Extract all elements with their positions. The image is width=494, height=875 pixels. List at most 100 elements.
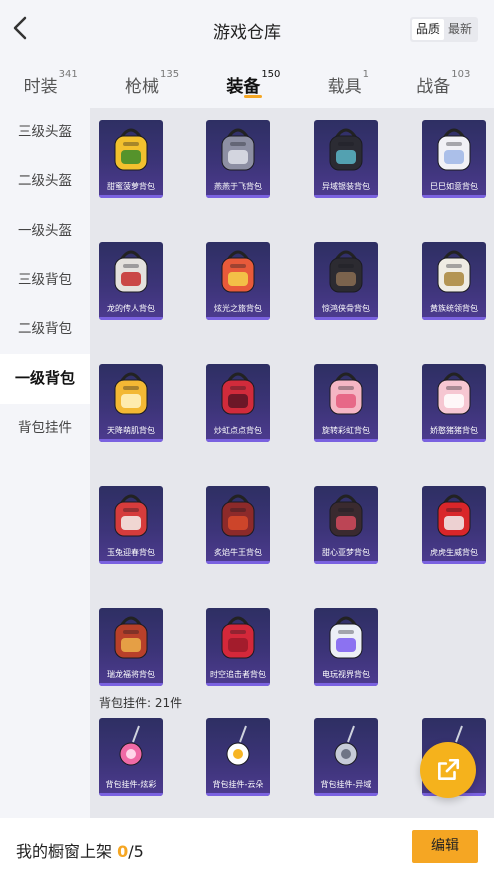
- backpack-card[interactable]: 时空追击者背包: [206, 608, 270, 686]
- rarity-bar: [314, 195, 378, 198]
- sidebar-item-helmet-lv3[interactable]: 三级头盔: [0, 108, 90, 157]
- backpack-card[interactable]: 燕燕于飞背包: [206, 120, 270, 198]
- rarity-bar: [206, 561, 270, 564]
- backpack-icon: [422, 120, 486, 178]
- backpack-name: 龙的传人背包: [107, 304, 155, 313]
- backpack-name: 炫光之旅背包: [214, 304, 262, 313]
- edit-button[interactable]: 编辑: [412, 830, 478, 863]
- tab-label: 时装: [23, 77, 58, 97]
- rarity-bar: [99, 793, 163, 796]
- rarity-bar: [422, 195, 486, 198]
- backpack-name: 甜蜜菠萝背包: [107, 182, 155, 191]
- pendant-card[interactable]: 背包挂件-炫彩: [99, 718, 163, 796]
- backpack-name: 娇憨猪猪背包: [430, 426, 478, 435]
- sidebar-item-backpack-pendant[interactable]: 背包挂件: [0, 404, 90, 453]
- backpack-icon: [314, 120, 378, 178]
- backpack-icon: [99, 242, 163, 300]
- backpack-card[interactable]: 黄族统领背包: [422, 242, 486, 320]
- sort-quality-option[interactable]: 品质: [411, 19, 444, 40]
- backpack-card[interactable]: 玉兔迎春背包: [99, 486, 163, 564]
- pendant-card[interactable]: 背包挂件-异域: [314, 718, 378, 796]
- backpack-icon: [206, 120, 270, 178]
- sort-toggle[interactable]: 品质 最新: [409, 17, 478, 42]
- backpack-name: 黄族统领背包: [430, 304, 478, 313]
- share-button[interactable]: [420, 742, 476, 798]
- backpack-card[interactable]: 炫光之旅背包: [206, 242, 270, 320]
- backpack-card[interactable]: 龙的传人背包: [99, 242, 163, 320]
- backpack-icon: [99, 486, 163, 544]
- tab-vehicles[interactable]: 载具1: [328, 58, 369, 108]
- rarity-bar: [422, 561, 486, 564]
- backpack-card[interactable]: 炒虹点点背包: [206, 364, 270, 442]
- tab-label: 战备: [416, 77, 451, 97]
- sidebar-item-backpack-lv2[interactable]: 二级背包: [0, 305, 90, 354]
- sidebar-item-backpack-lv3[interactable]: 三级背包: [0, 256, 90, 305]
- backpack-name: 燕燕于飞背包: [214, 182, 262, 191]
- backpack-icon: [99, 608, 163, 666]
- pendant-name: 背包挂件-炫彩: [105, 780, 157, 789]
- backpack-card[interactable]: 惊鸿侠骨背包: [314, 242, 378, 320]
- backpack-name: 炙焰牛王背包: [214, 548, 262, 557]
- backpack-card[interactable]: 瑞龙福将背包: [99, 608, 163, 686]
- backpack-name: 虎虎生威背包: [430, 548, 478, 557]
- tab-fashion[interactable]: 时装341: [24, 58, 78, 108]
- backpack-icon: [206, 608, 270, 666]
- tab-count: 341: [58, 69, 78, 80]
- backpack-card[interactable]: 天降萌肌背包: [99, 364, 163, 442]
- pendant-icon: [314, 718, 378, 776]
- backpack-name: 旋转彩虹背包: [322, 426, 370, 435]
- showcase-label: 我的橱窗上架: [16, 842, 113, 861]
- backpack-name: 玉兔迎春背包: [107, 548, 155, 557]
- backpack-name: 天降萌肌背包: [107, 426, 155, 435]
- backpack-icon: [422, 486, 486, 544]
- sidebar-item-backpack-lv1[interactable]: 一级背包: [0, 354, 90, 404]
- top-bar: 游戏仓库 品质 最新: [0, 0, 494, 58]
- rarity-bar: [206, 793, 270, 796]
- showcase-status: 我的橱窗上架 0/5: [16, 838, 144, 862]
- backpack-card[interactable]: 虎虎生威背包: [422, 486, 486, 564]
- pendant-icon: [99, 718, 163, 776]
- tab-guns[interactable]: 枪械135: [125, 58, 179, 108]
- pendant-name: 背包挂件-云朵: [212, 780, 264, 789]
- tab-count: 1: [362, 69, 370, 80]
- tab-count: 150: [261, 69, 281, 80]
- backpack-name: 时空追击者背包: [210, 670, 266, 679]
- backpack-icon: [314, 486, 378, 544]
- backpack-card[interactable]: 电玩视界背包: [314, 608, 378, 686]
- pendant-card[interactable]: 背包挂件-云朵: [206, 718, 270, 796]
- backpack-card[interactable]: 异域银装背包: [314, 120, 378, 198]
- item-grid-area[interactable]: 甜蜜菠萝背包 燕燕于飞背包 异域银装背包 巳巳如意背包龙的传人背包 炫光之旅背包 惊鸿侠骨…: [90, 108, 494, 818]
- backpack-name: 电玩视界背包: [322, 670, 370, 679]
- backpack-card[interactable]: 甜心亚梦背包: [314, 486, 378, 564]
- section-header-pendants: 背包挂件: 21件: [99, 696, 183, 710]
- tab-equipment[interactable]: 装备150: [226, 58, 280, 108]
- backpack-card[interactable]: 娇憨猪猪背包: [422, 364, 486, 442]
- sort-newest-option[interactable]: 最新: [444, 19, 476, 40]
- backpack-card[interactable]: 巳巳如意背包: [422, 120, 486, 198]
- tab-count: 135: [159, 69, 180, 80]
- backpack-card[interactable]: 炙焰牛王背包: [206, 486, 270, 564]
- backpack-name: 惊鸿侠骨背包: [322, 304, 370, 313]
- backpack-name: 巳巳如意背包: [430, 182, 478, 191]
- rarity-bar: [314, 793, 378, 796]
- rarity-bar: [99, 561, 163, 564]
- tab-count: 103: [451, 69, 471, 80]
- rarity-bar: [206, 683, 270, 686]
- rarity-bar: [314, 683, 378, 686]
- showcase-total: /5: [128, 842, 144, 861]
- rarity-bar: [99, 195, 163, 198]
- rarity-bar: [99, 683, 163, 686]
- rarity-bar: [314, 317, 378, 320]
- showcase-count: 0: [117, 842, 129, 861]
- backpack-card[interactable]: 旋转彩虹背包: [314, 364, 378, 442]
- sidebar-item-helmet-lv1[interactable]: 一级头盔: [0, 207, 90, 256]
- backpack-icon: [206, 364, 270, 422]
- backpack-icon: [422, 364, 486, 422]
- sidebar-item-helmet-lv2[interactable]: 二级头盔: [0, 157, 90, 206]
- backpack-card[interactable]: 甜蜜菠萝背包: [99, 120, 163, 198]
- pendant-icon: [206, 718, 270, 776]
- backpack-icon: [206, 486, 270, 544]
- sidebar: 三级头盔 二级头盔 一级头盔 三级背包 二级背包 一级背包 背包挂件: [0, 108, 90, 818]
- tab-supplies[interactable]: 战备103: [416, 58, 470, 108]
- rarity-bar: [422, 317, 486, 320]
